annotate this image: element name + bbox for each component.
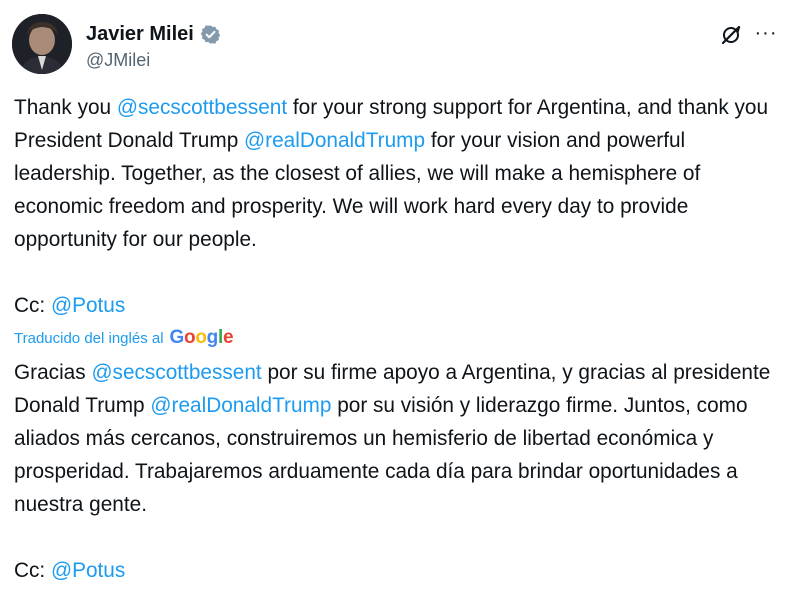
translation-attribution: Traducido del inglés al Google	[14, 326, 234, 350]
avatar[interactable]	[12, 14, 72, 74]
mention-link[interactable]: @Potus	[51, 559, 125, 582]
user-handle[interactable]: @JMilei	[86, 48, 221, 72]
mention-link[interactable]: @secscottbessent	[117, 96, 287, 119]
mention-link[interactable]: @Potus	[51, 294, 125, 317]
more-options-icon[interactable]: ···	[754, 23, 778, 46]
mention-link[interactable]: @secscottbessent	[91, 361, 261, 384]
cc-label: Cc:	[14, 559, 51, 582]
tweet-text-part: Gracias	[14, 361, 92, 384]
tweet-header: Javier Milei @JMilei ···	[12, 14, 782, 78]
tweet-text-original: Thank you @secscottbessent for your stro…	[14, 91, 784, 322]
cc-label: Cc:	[14, 294, 51, 317]
tweet-text-part: Thank you	[14, 96, 117, 119]
cc-line: Cc: @Potus	[14, 289, 784, 322]
tweet-text-translated: Gracias @secscottbessent por su firme ap…	[14, 356, 784, 587]
verified-badge-icon[interactable]	[200, 24, 221, 45]
mention-link[interactable]: @realDonaldTrump	[150, 394, 331, 417]
display-name[interactable]: Javier Milei	[86, 22, 194, 46]
cc-line: Cc: @Potus	[14, 554, 784, 587]
translation-label: Traducido del inglés al	[14, 329, 164, 347]
author-info: Javier Milei @JMilei	[86, 22, 221, 72]
mention-link[interactable]: @realDonaldTrump	[244, 129, 425, 152]
grok-icon[interactable]	[720, 24, 742, 46]
avatar-image	[12, 14, 72, 74]
google-logo: Google	[169, 327, 234, 348]
